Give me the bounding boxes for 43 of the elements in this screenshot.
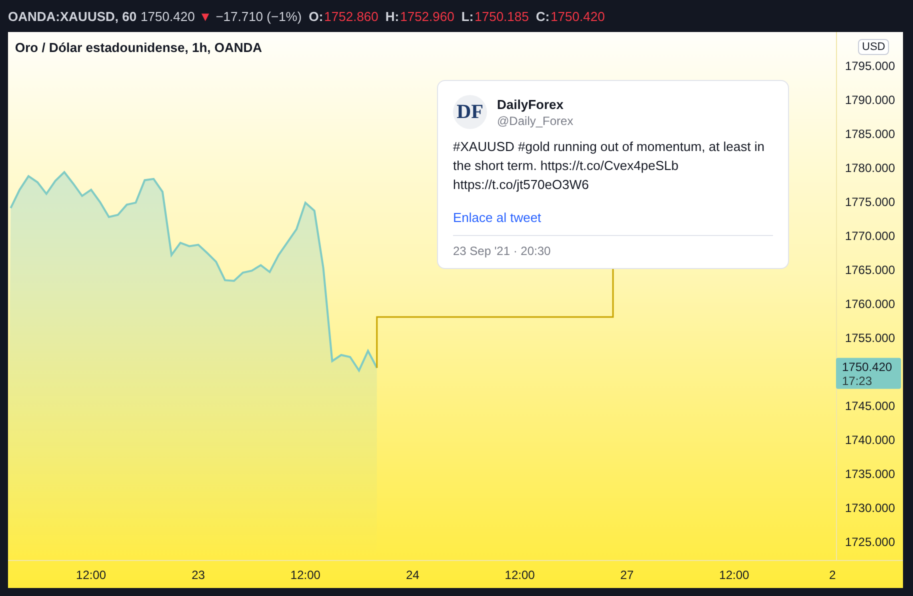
price-tick: 1785.000: [844, 127, 895, 141]
ohlc-label: O:: [308, 8, 324, 24]
price-tick: 1745.000: [844, 398, 895, 413]
avatar-logo: DF: [453, 95, 487, 129]
chart-title: Oro / Dólar estadounidense, 1h, OANDA: [15, 40, 262, 55]
price-tick: 1795.000: [844, 59, 895, 73]
ohlc-label: L:: [461, 8, 474, 24]
ohlc-value: 1752.860: [324, 8, 378, 24]
author-name: DailyForex: [497, 96, 564, 112]
ohlc-label: H:: [385, 8, 400, 24]
ohlc-value: 1752.960: [400, 8, 454, 24]
last-price: 1750.420: [140, 8, 195, 24]
price-tick: 1740.000: [844, 432, 895, 447]
time-tick: 12:00: [719, 568, 750, 582]
current-price-label: 1750.420 17:23: [836, 358, 901, 389]
price-tick: 1760.000: [844, 297, 895, 311]
price-tick: 1790.000: [844, 93, 895, 107]
price-tick: 1755.000: [844, 331, 895, 345]
currency-badge[interactable]: USD: [858, 39, 890, 55]
price-tick: 1725.000: [844, 534, 895, 549]
time-tick: 12:00: [504, 568, 535, 582]
tweet-date: 23 Sep '21 · 20:30: [453, 244, 552, 258]
time-tick: 23: [192, 568, 205, 582]
symbol-label: OANDA:XAUUSD, 60: [8, 8, 137, 24]
ohlc-value: 1750.420: [550, 8, 605, 24]
price-change: −17.710 (−1%): [216, 8, 302, 24]
price-tick: 1780.000: [844, 161, 895, 175]
tweet-text: #XAUUSD #gold running out of momentum, at least in the short term. https://t.co/Cvex4peSLb https://t.co/jt570eO3W6: [453, 138, 766, 194]
price-tick: 1770.000: [844, 229, 895, 243]
tweet-link[interactable]: Enlace al tweet: [453, 210, 542, 225]
time-tick: 27: [620, 568, 634, 582]
time-tick: 12:00: [290, 568, 320, 582]
time-tick: 2: [829, 568, 836, 582]
price-tick: 1775.000: [844, 195, 895, 209]
ohlc-value: 1750.185: [474, 8, 529, 24]
time-tick: 24: [406, 568, 420, 582]
price-tick: 1765.000: [844, 263, 895, 277]
author-handle: @Daily_Forex: [497, 114, 574, 128]
price-tick: 1735.000: [844, 466, 895, 481]
price-tick: 1730.000: [844, 500, 895, 515]
time-tick: 12:00: [76, 568, 106, 582]
down-arrow-icon: ▼: [198, 8, 212, 24]
ohlc-label: C:: [536, 8, 550, 24]
